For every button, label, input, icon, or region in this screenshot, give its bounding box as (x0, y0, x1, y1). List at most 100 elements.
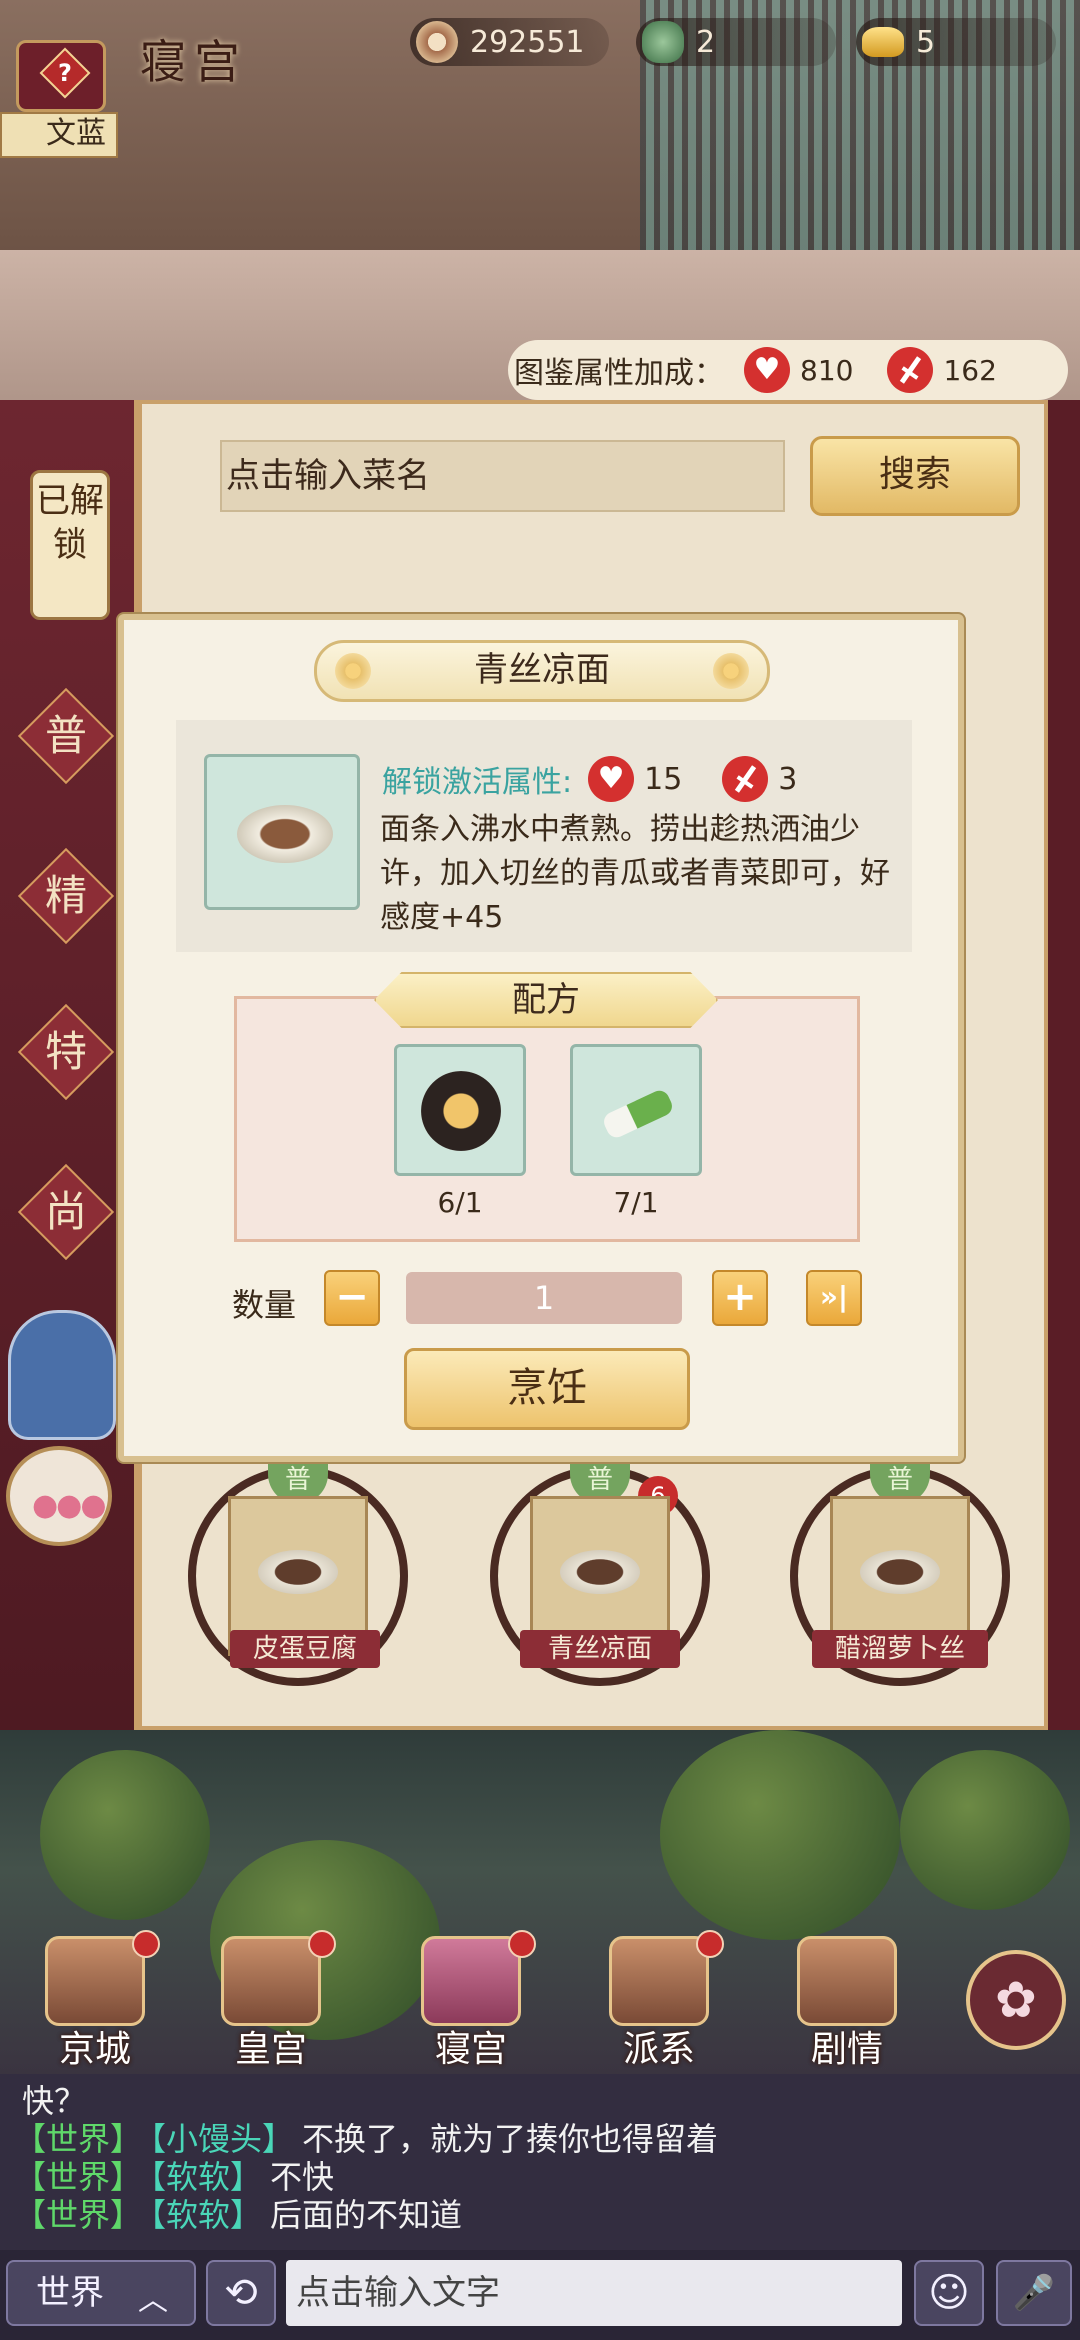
help-button[interactable]: ? (16, 40, 106, 112)
quantity-max-button[interactable]: »| (806, 1270, 862, 1326)
tab-category-special[interactable]: 特 (17, 1003, 115, 1101)
top-hud: ? 寝宫 292551 2 5 (0, 0, 1080, 112)
quantity-plus-button[interactable]: + (712, 1270, 768, 1326)
modal-title-bar: 青丝凉面 (314, 640, 770, 702)
chat-input-bar: 世界 ︿ ⟲ 点击输入文字 ☺ 🎤 (0, 2250, 1080, 2340)
sword-icon (887, 347, 934, 393)
chat-log: 快？ 【世界】 【小馒头】 不换了，就为了揍你也得留着 【世界】 【软软】 不快 【世界… (0, 2074, 1080, 2250)
nav-capital[interactable]: 京城 (20, 1930, 170, 2070)
tab-category-common[interactable]: 普 (17, 687, 115, 785)
chat-dots-icon: ●●● (32, 1488, 107, 1523)
chat-bubble-button[interactable]: ●●● (6, 1446, 112, 1546)
noodle-plate-icon (237, 805, 333, 863)
event-float-icon[interactable] (8, 1310, 116, 1440)
emoji-icon[interactable]: ☺ (914, 2260, 984, 2326)
dish-name: 青丝凉面 (520, 1630, 680, 1668)
map-icon (45, 1936, 145, 2026)
blossom-menu-button[interactable]: ✿ (966, 1950, 1066, 2050)
flower-ornament-icon (713, 653, 749, 689)
ingredient-slot[interactable] (394, 1044, 526, 1176)
green-onion-icon (600, 1087, 676, 1141)
dish-info-box: 解锁激活属性: 15 3 面条入沸水中煮熟。捞出趁热洒油少许，加入切丝的青瓜或者… (176, 720, 912, 952)
chat-line: 【世界】 【小馒头】 不换了，就为了揍你也得留着 (14, 2120, 719, 2158)
jade-icon (642, 21, 684, 63)
recipe-detail-modal: 青丝凉面 解锁激活属性: 15 3 面条入沸水中煮熟。捞出趁热洒油少许，加入切丝… (118, 614, 964, 1462)
notification-dot (308, 1930, 336, 1958)
help-icon: ? (39, 47, 91, 99)
bonus-label: 图鉴属性加成： (514, 356, 724, 391)
bonus-power-value: 162 (943, 353, 997, 387)
history-icon[interactable]: ⟲ (206, 2260, 276, 2326)
chat-line: 【世界】 【软软】 后面的不知道 (14, 2196, 463, 2234)
nav-faction[interactable]: 派系 (584, 1930, 734, 2070)
quantity-minus-button[interactable]: − (324, 1270, 380, 1326)
bonus-power: 162 (887, 347, 997, 393)
noodle-bowl-icon (421, 1071, 501, 1151)
chevron-up-icon: ︿ (138, 2283, 168, 2318)
dish-name: 醋溜萝卜丝 (812, 1630, 988, 1668)
nav-story[interactable]: 剧情 (772, 1930, 922, 2070)
unlock-label: 解锁激活属性: (382, 765, 573, 800)
coin-icon (416, 21, 458, 63)
bottom-nav: 京城 皇宫 寝宫 派系 剧情 (0, 1930, 1080, 2070)
jade-amount: 2 (696, 24, 716, 60)
jade-counter[interactable]: 2 (636, 18, 836, 66)
tree (900, 1750, 1070, 1910)
dish-search-input[interactable]: 点击输入菜名 (220, 440, 785, 512)
bonus-charm: 810 (744, 347, 853, 393)
tab-category-premium[interactable]: 尚 (17, 1163, 115, 1261)
channel-select-button[interactable]: 世界 ︿ (6, 2260, 196, 2326)
dragon-emblem-icon (609, 1936, 709, 2026)
collection-bonus: 图鉴属性加成： 810 162 (508, 340, 1068, 400)
gold-amount: 5 (916, 24, 936, 60)
gold-ingot-icon (862, 27, 904, 57)
recipe-title: 配方 (374, 972, 718, 1028)
quantity-label: 数量 (232, 1286, 297, 1324)
flower-ornament-icon (335, 653, 371, 689)
dish-name: 皮蛋豆腐 (230, 1630, 380, 1668)
unlock-charm-value: 15 (644, 761, 683, 797)
quantity-field[interactable]: 1 (406, 1272, 682, 1324)
ingredient-slot[interactable] (570, 1044, 702, 1176)
unlock-power-value: 3 (778, 761, 798, 797)
unlock-charm: 15 (588, 756, 682, 802)
notification-dot (696, 1930, 724, 1958)
room-title: 寝宫 (140, 35, 248, 89)
dish-description: 面条入沸水中煮熟。捞出趁热洒油少许，加入切丝的青瓜或者青菜即可，好感度+45 (380, 812, 890, 935)
nav-palace[interactable]: 皇宫 (196, 1930, 346, 2070)
palace-icon (221, 1936, 321, 2026)
tab-category-fine[interactable]: 精 (17, 847, 115, 945)
nav-bedchamber[interactable]: 寝宫 (396, 1930, 546, 2070)
character-name-tag[interactable]: 文蓝 (0, 112, 118, 158)
ingredient-count: 7/1 (613, 1186, 659, 1219)
bonus-charm-value: 810 (800, 353, 854, 387)
book-icon (797, 1936, 897, 2026)
dish-plate-icon (560, 1550, 640, 1594)
microphone-icon[interactable]: 🎤 (996, 2260, 1072, 2326)
coin-amount: 292551 (470, 24, 585, 60)
sword-icon (722, 756, 769, 802)
bed-canopy-icon (421, 1936, 521, 2026)
tab-unlocked[interactable]: 已解锁 (30, 470, 110, 620)
search-button[interactable]: 搜索 (810, 436, 1020, 516)
notification-dot (132, 1930, 160, 1958)
modal-title: 青丝凉面 (474, 650, 610, 690)
tree (40, 1750, 210, 1920)
dish-plate-icon (860, 1550, 940, 1594)
notification-dot (508, 1930, 536, 1958)
cook-button[interactable]: 烹饪 (404, 1348, 690, 1430)
dish-plate-icon (258, 1550, 338, 1594)
chat-line: 快？ (22, 2082, 87, 2120)
chat-line: 【世界】 【软软】 不快 (14, 2158, 335, 2196)
coin-counter[interactable]: 292551 (410, 18, 609, 66)
recipe-box (234, 996, 860, 1242)
gold-counter[interactable]: 5 (856, 18, 1056, 66)
dish-image (204, 754, 360, 910)
chat-input[interactable]: 点击输入文字 (286, 2260, 902, 2326)
unlock-attributes: 解锁激活属性: 15 3 (382, 756, 837, 802)
ingredient-count: 6/1 (437, 1186, 483, 1219)
unlock-power: 3 (722, 756, 797, 802)
heart-icon (744, 347, 790, 393)
tree (660, 1730, 900, 1940)
panel-edge (1048, 400, 1080, 1730)
